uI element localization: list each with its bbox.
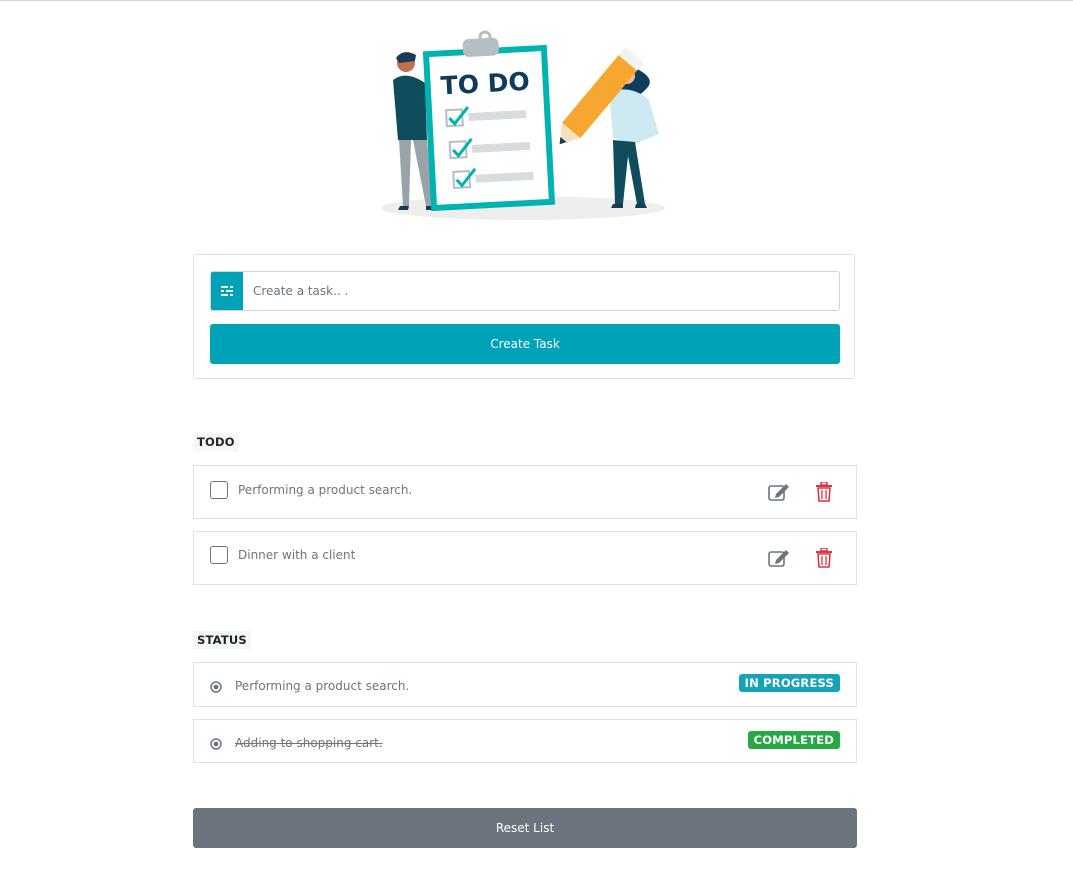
trash-icon[interactable] [812,546,836,570]
create-task-card: Create Task [193,254,855,379]
reset-list-button[interactable]: Reset List [193,808,857,848]
status-item-text: Performing a product search. [235,679,410,693]
todo-item: Performing a product search. [193,465,857,519]
status-section-title: STATUS [193,631,251,649]
trash-icon[interactable] [812,480,836,504]
edit-icon[interactable] [767,546,791,570]
todo-item-text: Performing a product search. [238,483,413,497]
status-item-text: Adding to shopping cart. [235,736,383,750]
todo-checkbox[interactable] [210,546,228,564]
status-item: Performing a product search. IN PROGRESS [193,662,857,707]
create-task-button[interactable]: Create Task [210,324,840,364]
todo-item-text: Dinner with a client [238,548,356,562]
board-title: TO DO [440,67,530,101]
task-input[interactable] [243,272,839,310]
radio-dot-icon [210,681,222,693]
edit-icon[interactable] [767,480,791,504]
radio-dot-icon [210,738,222,750]
todo-checkbox[interactable] [210,481,228,499]
list-icon [211,272,243,310]
status-badge: COMPLETED [747,731,840,749]
todo-section-title: TODO [193,433,239,451]
todo-item: Dinner with a client [193,531,857,585]
top-divider [0,0,1073,1]
task-input-group [210,271,840,311]
status-item: Adding to shopping cart. COMPLETED [193,719,857,763]
todo-illustration: TO DO [373,28,673,224]
status-badge: IN PROGRESS [738,674,840,692]
